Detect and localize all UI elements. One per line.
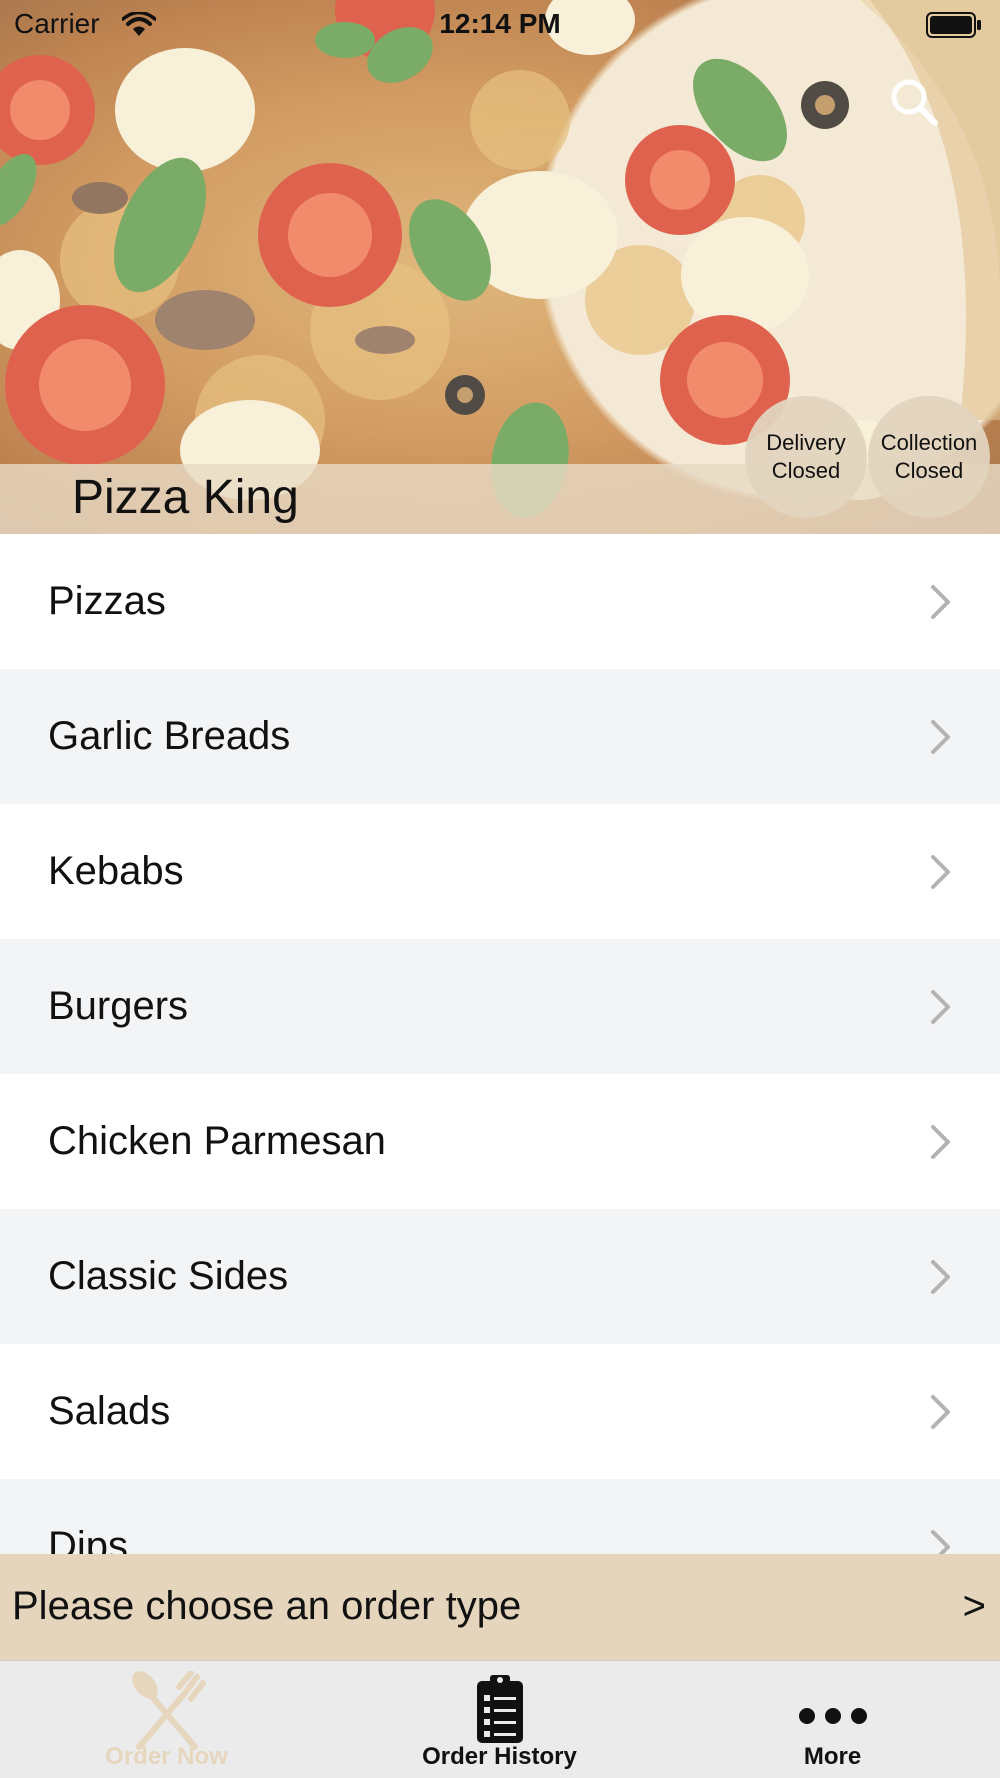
collection-status-badge: Collection Closed — [868, 396, 990, 518]
menu-item-salads[interactable]: Salads — [0, 1344, 1000, 1479]
chevron-right-icon — [931, 1529, 950, 1554]
menu-category-list[interactable]: Pizzas Garlic Breads Kebabs Burgers Chic… — [0, 534, 1000, 1554]
battery-icon — [926, 12, 981, 38]
collection-status-value: Closed — [894, 458, 964, 483]
menu-item-dips[interactable]: Dips — [0, 1479, 1000, 1554]
chevron-right-icon — [931, 1394, 950, 1429]
status-bar: Carrier 12:14 PM — [0, 0, 1000, 50]
delivery-status-badge: Delivery Closed — [745, 396, 867, 518]
menu-item-burgers[interactable]: Burgers — [0, 939, 1000, 1074]
tab-order-history[interactable]: Order History — [333, 1661, 666, 1778]
status-time: 12:14 PM — [439, 8, 561, 39]
menu-item-label: Salads — [48, 1389, 171, 1433]
menu-item-label: Garlic Breads — [48, 714, 291, 758]
order-type-prompt: Please choose an order type — [12, 1584, 522, 1628]
tab-more[interactable]: More — [666, 1661, 999, 1778]
chevron-right-icon — [931, 1259, 950, 1294]
tab-bar: Order Now Order History More — [0, 1660, 1000, 1778]
tab-label: Order History — [422, 1743, 577, 1770]
chevron-right-icon — [931, 1124, 950, 1159]
search-icon[interactable] — [888, 76, 940, 128]
menu-item-garlic-breads[interactable]: Garlic Breads — [0, 669, 1000, 804]
clipboard-list-icon — [476, 1675, 523, 1743]
collection-status-title: Collection — [880, 430, 978, 455]
menu-item-label: Dips — [48, 1524, 129, 1554]
menu-item-label: Chicken Parmesan — [48, 1119, 386, 1163]
menu-item-label: Kebabs — [48, 849, 184, 893]
menu-item-label: Classic Sides — [48, 1254, 289, 1298]
tab-order-now[interactable]: Order Now — [0, 1661, 333, 1778]
menu-item-classic-sides[interactable]: Classic Sides — [0, 1209, 1000, 1344]
chevron-right-icon — [931, 719, 950, 754]
restaurant-name: Pizza King — [72, 471, 299, 524]
tab-label: Order Now — [105, 1743, 228, 1770]
delivery-status-value: Closed — [771, 458, 841, 483]
chevron-right-icon — [931, 989, 950, 1024]
order-type-bar[interactable]: Please choose an order type > — [0, 1554, 1000, 1660]
order-type-arrow: > — [962, 1584, 986, 1628]
more-dots-icon — [798, 1708, 867, 1724]
chevron-right-icon — [931, 854, 950, 889]
menu-item-pizzas[interactable]: Pizzas — [0, 534, 1000, 669]
delivery-status-title: Delivery — [766, 430, 846, 455]
fork-knife-icon — [131, 1671, 206, 1750]
menu-item-kebabs[interactable]: Kebabs — [0, 804, 1000, 939]
chevron-right-icon — [931, 584, 950, 619]
menu-item-label: Burgers — [48, 984, 189, 1028]
tab-label: More — [803, 1743, 862, 1770]
menu-item-chicken-parmesan[interactable]: Chicken Parmesan — [0, 1074, 1000, 1209]
menu-item-label: Pizzas — [48, 579, 166, 623]
hero-banner: Carrier 12:14 PM Pizza King Delivery Clo… — [0, 0, 1000, 534]
